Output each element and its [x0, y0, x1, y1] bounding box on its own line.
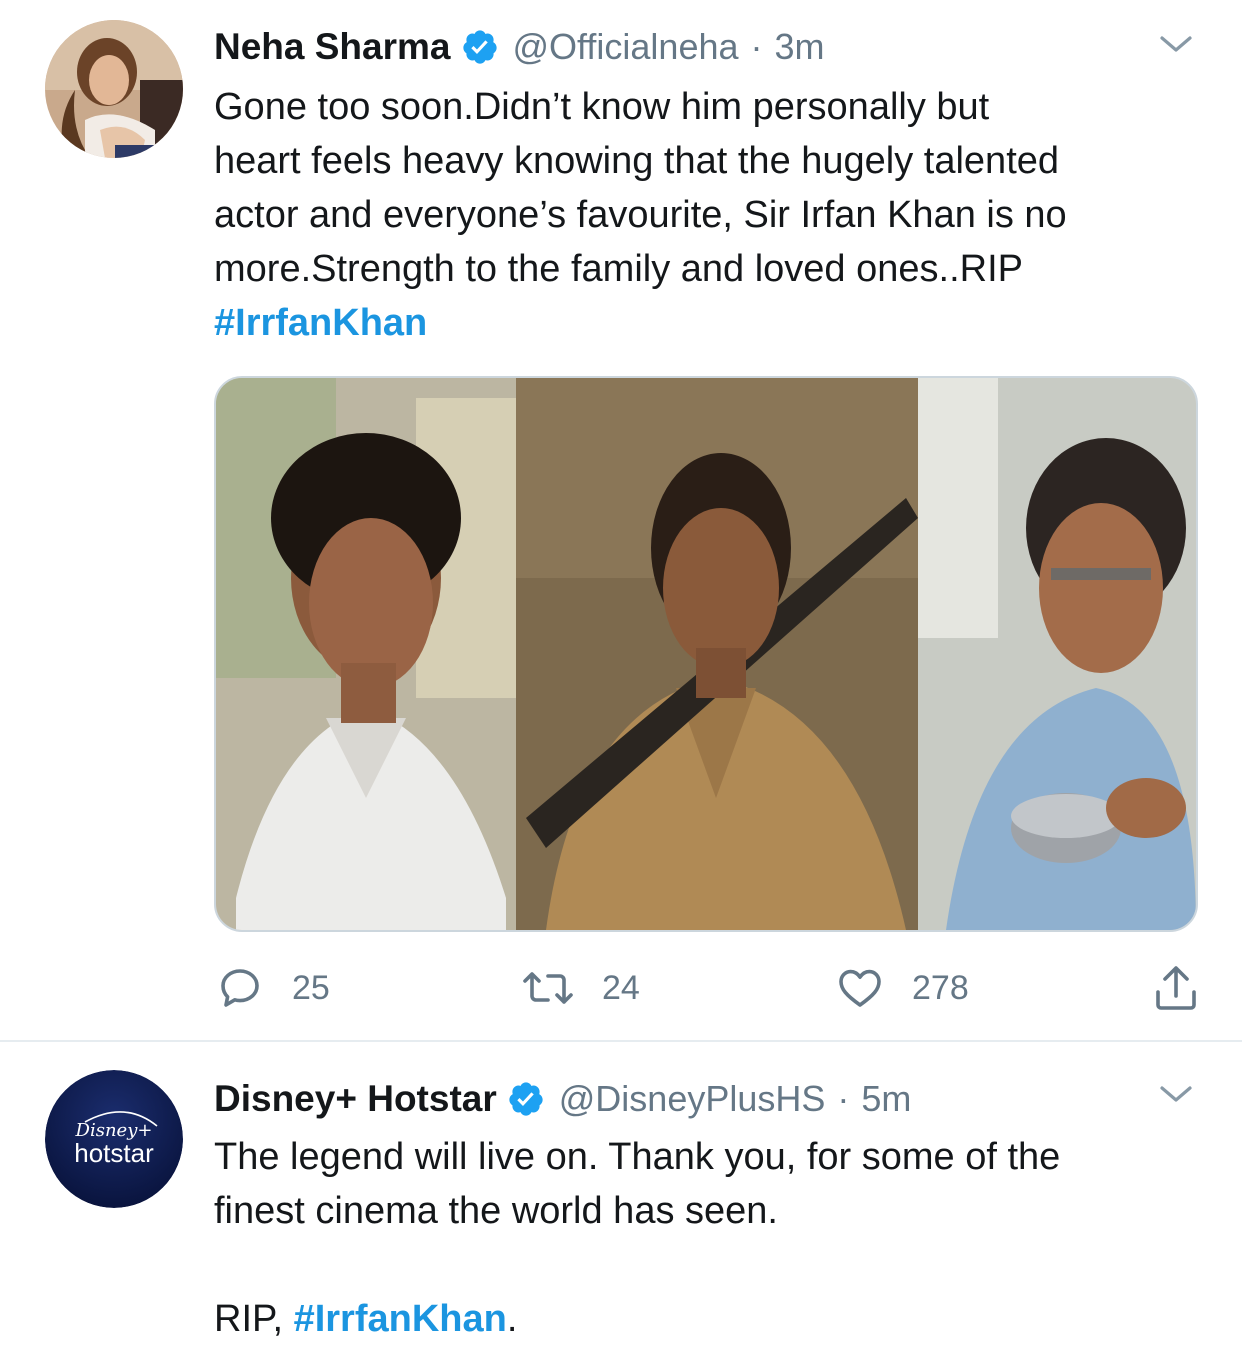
hashtag-link[interactable]: #IrrfanKhan — [214, 302, 427, 344]
tweet[interactable]: Disney+ hotstar Disney+ Hotstar @DisneyP… — [0, 1042, 1242, 1345]
tweet-text-line: actor and everyone’s favourite, Sir Irfa… — [214, 194, 1067, 236]
tweet-timestamp[interactable]: 3m — [775, 26, 825, 67]
like-count: 278 — [912, 968, 969, 1007]
tweet-text-line: RIP, #IrrfanKhan. — [214, 1292, 1214, 1346]
media-collage — [216, 378, 1196, 930]
tweet-text: The legend will live on. Thank you, for … — [214, 1130, 1214, 1346]
author-name[interactable]: Disney+ Hotstar — [214, 1078, 497, 1120]
chevron-down-icon[interactable] — [1158, 1082, 1194, 1106]
logo-text-line2: hotstar — [74, 1138, 154, 1168]
closing-suffix: . — [506, 1298, 518, 1340]
verified-badge-icon — [461, 28, 499, 66]
reply-count: 25 — [292, 968, 330, 1007]
tweet-text: Gone too soon.Didn’t know him personally… — [214, 80, 1214, 350]
tweet-header: Neha Sharma @Officialneha · 3m — [214, 24, 825, 70]
tweet[interactable]: Neha Sharma @Officialneha · 3m Gone too so… — [0, 0, 1242, 1040]
share-action[interactable] — [1152, 960, 1200, 1016]
separator-dot: · — [837, 1078, 850, 1119]
author-name[interactable]: Neha Sharma — [214, 26, 451, 68]
hotstar-logo: Disney+ hotstar — [45, 1070, 183, 1208]
hashtag-link[interactable]: #IrrfanKhan — [294, 1298, 507, 1340]
tweet-text-line: Gone too soon.Didn’t know him personally… — [214, 86, 990, 128]
tweet-header: Disney+ Hotstar @DisneyPlusHS · 5m — [214, 1076, 911, 1122]
retweet-icon[interactable] — [522, 964, 574, 1012]
retweet-action[interactable]: 24 — [522, 960, 640, 1016]
chevron-down-icon[interactable] — [1158, 32, 1194, 56]
tweet-timestamp[interactable]: 5m — [861, 1078, 911, 1119]
separator-dot: · — [750, 26, 763, 67]
verified-badge-icon — [507, 1080, 545, 1118]
author-handle[interactable]: @DisneyPlusHS — [559, 1078, 826, 1119]
tweet-text-line: more.Strength to the family and loved on… — [214, 248, 1023, 290]
tweet-media-image[interactable] — [214, 376, 1198, 932]
retweet-count: 24 — [602, 968, 640, 1007]
author-handle[interactable]: @Officialneha — [513, 26, 739, 67]
avatar[interactable]: Disney+ hotstar — [45, 1070, 183, 1208]
share-icon[interactable] — [1152, 962, 1200, 1014]
avatar-photo — [45, 20, 183, 158]
avatar[interactable] — [45, 20, 183, 158]
like-action[interactable]: 278 — [836, 960, 969, 1016]
tweet-text-line: finest cinema the world has seen. — [214, 1190, 778, 1232]
reply-action[interactable]: 25 — [216, 960, 330, 1016]
tweet-text-line: The legend will live on. Thank you, for … — [214, 1136, 1061, 1178]
tweet-text-line: heart feels heavy knowing that the hugel… — [214, 140, 1060, 182]
closing-prefix: RIP, — [214, 1298, 294, 1340]
reply-icon[interactable] — [216, 964, 264, 1012]
tweet-actions: 25 24 278 — [214, 960, 1204, 1016]
like-icon[interactable] — [836, 964, 884, 1012]
